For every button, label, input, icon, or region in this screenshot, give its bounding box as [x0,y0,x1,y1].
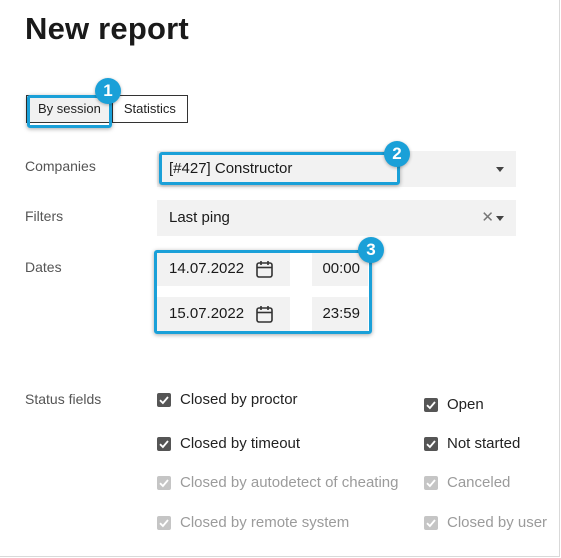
checkbox-canceled: Canceled [424,474,510,491]
checkbox-label: Closed by timeout [180,435,301,452]
checkbox-checked-icon [424,397,438,412]
checkbox-closed-by-remote-system: Closed by remote system [157,514,349,531]
checkbox-checked-icon [157,392,171,407]
checkbox-checked-icon [424,436,438,451]
callout-badge-3: 3 [358,237,384,263]
page-title: New report [25,11,189,46]
calendar-icon[interactable] [256,260,273,283]
end-time-value: 23:59 [322,305,360,322]
chevron-down-icon [496,216,504,221]
checkbox-open[interactable]: Open [424,396,484,413]
checkbox-closed-by-autodetect: Closed by autodetect of cheating [157,474,398,491]
status-fields-label: Status fields [25,391,102,407]
checkbox-not-started[interactable]: Not started [424,435,520,452]
checkbox-label: Closed by remote system [180,514,350,531]
start-time-value: 00:00 [322,260,360,277]
checkbox-closed-by-user: Closed by user [424,514,547,531]
callout-badge-1: 1 [95,78,121,104]
end-date-value: 15.07.2022 [169,305,245,322]
end-time-input[interactable]: 23:59 [312,297,368,331]
checkbox-label: Closed by autodetect of cheating [180,474,399,491]
checkbox-checked-icon [424,515,438,530]
callout-badge-2: 2 [384,141,410,167]
companies-select[interactable]: [#427] Constructor [157,151,516,187]
checkbox-checked-icon [157,515,171,530]
companies-label: Companies [25,158,96,174]
start-date-input[interactable]: 14.07.2022 [157,252,290,286]
filters-value: Last ping [169,209,230,226]
chevron-down-icon [496,167,504,172]
calendar-icon[interactable] [256,305,273,328]
checkbox-closed-by-proctor[interactable]: Closed by proctor [157,391,298,408]
end-date-input[interactable]: 15.07.2022 [157,297,290,331]
checkbox-label: Canceled [447,474,511,491]
checkbox-checked-icon [157,475,171,490]
tab-statistics[interactable]: Statistics [111,95,188,123]
checkbox-label: Closed by proctor [180,391,298,408]
companies-value: [#427] Constructor [169,160,293,177]
start-date-value: 14.07.2022 [169,260,245,277]
checkbox-label: Not started [447,435,521,452]
checkbox-closed-by-timeout[interactable]: Closed by timeout [157,435,300,452]
clear-icon[interactable]: ✕ [481,208,494,228]
checkbox-label: Closed by user [447,514,548,531]
checkbox-checked-icon [424,475,438,490]
dates-label: Dates [25,259,62,275]
checkbox-label: Open [447,396,484,413]
checkbox-checked-icon [157,436,171,451]
filters-label: Filters [25,208,64,224]
filters-select[interactable]: Last ping ✕ [157,200,516,236]
